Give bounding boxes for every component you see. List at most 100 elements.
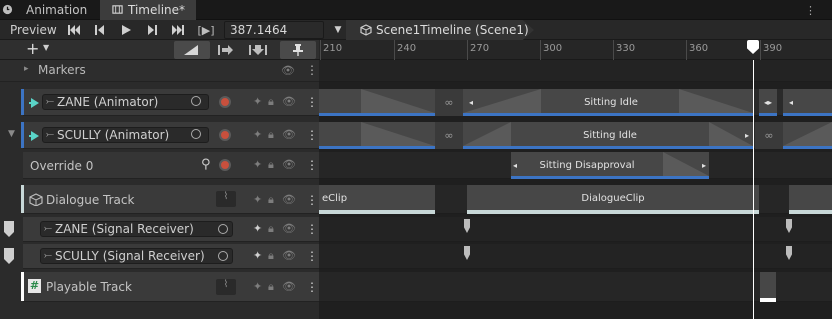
pin-icon[interactable]: ✦: [253, 194, 262, 206]
animation-clip[interactable]: [319, 122, 435, 149]
animation-clip[interactable]: ◂ Sitting Idle: [463, 89, 753, 116]
track-menu-icon[interactable]: ⋮: [306, 194, 318, 206]
lock-icon[interactable]: 🔒︎: [268, 250, 274, 262]
track-row-override[interactable]: Override 0 ⚲ ✦ 🔒︎ 👁 ⋮: [23, 152, 319, 179]
pin-icon[interactable]: ✦: [253, 223, 262, 235]
object-picker-icon[interactable]: [191, 129, 201, 139]
tab-animation[interactable]: Animation: [0, 0, 100, 20]
curves-icon[interactable]: ⌇: [216, 279, 236, 295]
tab-menu-icon[interactable]: ⋮: [805, 4, 816, 17]
markers-menu-icon[interactable]: ⋮: [306, 64, 318, 76]
pin-icon[interactable]: ✦: [253, 159, 262, 171]
lane-zane-animator[interactable]: ∞ ◂ Sitting Idle ◂▸ ◂: [319, 89, 832, 116]
lane-playable[interactable]: [319, 272, 832, 302]
eye-icon[interactable]: 👁: [282, 129, 296, 141]
markers-lane[interactable]: [319, 60, 832, 82]
clip-trim-right-icon[interactable]: ▸: [702, 152, 706, 179]
breadcrumb[interactable]: Scene1Timeline (Scene1): [346, 20, 534, 40]
timeline-lanes[interactable]: ∞ ◂ Sitting Idle ◂▸ ◂ ∞ Sitting Idle ▸ ∞: [319, 60, 832, 319]
track-menu-icon[interactable]: ⋮: [306, 223, 318, 235]
signal-marker-icon[interactable]: [464, 219, 470, 233]
eye-icon[interactable]: 👁: [281, 65, 295, 77]
object-picker-icon[interactable]: [218, 224, 228, 234]
lock-icon[interactable]: 🔒︎: [268, 223, 274, 235]
eye-icon[interactable]: 👁: [282, 281, 296, 293]
clip-edit-mode-mix-button[interactable]: [174, 41, 210, 59]
pin-icon[interactable]: ✦: [253, 129, 262, 141]
play-icon[interactable]: [114, 21, 138, 39]
object-field-zane-signal[interactable]: ⤚ ZANE (Signal Receiver): [40, 221, 233, 237]
pin-icon[interactable]: ✦: [253, 281, 262, 293]
next-frame-icon[interactable]: [140, 21, 164, 39]
track-row-playable[interactable]: # Playable Track ⌇ ✦ 🔒︎ 👁 ⋮: [21, 272, 319, 302]
clip-edit-mode-ripple-button[interactable]: [210, 41, 242, 59]
add-track-button[interactable]: +: [26, 40, 39, 60]
object-field-scully[interactable]: ⤚ SCULLY (Animator): [42, 127, 209, 143]
dialogue-clip[interactable]: DialogueClip: [467, 185, 759, 214]
current-time-field[interactable]: 387.1464: [224, 21, 324, 39]
lock-icon[interactable]: 🔒︎: [268, 281, 274, 293]
track-row-zane-animator[interactable]: ⤚ ZANE (Animator) ✦ 🔒︎ 👁 ⋮: [21, 89, 319, 116]
lane-scully-signal[interactable]: [319, 244, 832, 269]
record-icon[interactable]: [219, 96, 231, 108]
add-track-dropdown-icon[interactable]: ▼: [43, 43, 49, 52]
signal-marker-icon[interactable]: [786, 219, 792, 233]
animation-clip-small[interactable]: ◂▸: [759, 89, 777, 116]
object-field-zane[interactable]: ⤚ ZANE (Animator): [42, 94, 209, 110]
track-menu-icon[interactable]: ⋮: [306, 96, 318, 108]
jump-to-end-icon[interactable]: [166, 21, 190, 39]
lock-icon[interactable]: 🔒︎: [268, 194, 274, 206]
tab-timeline[interactable]: Timeline*: [100, 0, 196, 20]
curves-icon[interactable]: ⌇: [216, 191, 236, 207]
object-field-scully-signal[interactable]: ⤚ SCULLY (Signal Receiver): [40, 248, 233, 264]
gap-infinity-icon[interactable]: ∞: [435, 89, 463, 116]
jump-to-start-icon[interactable]: [62, 21, 86, 39]
track-menu-icon[interactable]: ⋮: [306, 159, 318, 171]
track-menu-icon[interactable]: ⋮: [306, 129, 318, 141]
signal-marker-icon[interactable]: [786, 246, 792, 260]
pin-icon[interactable]: ✦: [253, 250, 262, 262]
track-row-scully-signal[interactable]: ⤚ SCULLY (Signal Receiver) ✦ 🔒︎ 👁 ⋮: [4, 244, 319, 269]
object-picker-icon[interactable]: [191, 96, 201, 106]
playhead-line[interactable]: [753, 60, 754, 319]
eye-icon[interactable]: 👁: [282, 223, 296, 235]
animation-clip[interactable]: Sitting Idle ▸: [463, 122, 753, 149]
eye-icon[interactable]: 👁: [282, 159, 296, 171]
lane-override[interactable]: ◂ Sitting Disapproval ▸: [319, 152, 832, 179]
track-menu-icon[interactable]: ⋮: [306, 250, 318, 262]
lane-zane-signal[interactable]: [319, 217, 832, 242]
timeline-selector-dropdown-icon[interactable]: ▼: [330, 21, 346, 39]
play-range-button[interactable]: [▶]: [194, 21, 218, 39]
clip-edit-mode-replace-button[interactable]: [242, 41, 274, 59]
lane-dialogue[interactable]: eClip DialogueClip: [319, 185, 832, 214]
eye-icon[interactable]: 👁: [282, 194, 296, 206]
dialogue-clip[interactable]: [789, 185, 832, 214]
gap-infinity-icon[interactable]: ∞: [435, 122, 463, 149]
dialogue-clip[interactable]: eClip: [319, 185, 435, 214]
animation-clip[interactable]: ◂: [783, 89, 832, 116]
collapse-arrow-icon[interactable]: ▼: [8, 129, 15, 139]
object-picker-icon[interactable]: [218, 251, 228, 261]
record-icon[interactable]: [219, 129, 231, 141]
track-row-zane-signal[interactable]: ⤚ ZANE (Signal Receiver) ✦ 🔒︎ 👁 ⋮: [4, 217, 319, 242]
override-clip[interactable]: ◂ Sitting Disapproval ▸: [511, 152, 709, 179]
previous-frame-icon[interactable]: [88, 21, 112, 39]
lock-icon[interactable]: 🔒︎: [268, 96, 274, 108]
record-icon[interactable]: [219, 159, 231, 171]
preview-button[interactable]: Preview: [2, 21, 60, 39]
animation-clip[interactable]: [319, 89, 435, 116]
playable-clip[interactable]: [760, 272, 776, 302]
markers-expand-icon[interactable]: ▸: [24, 64, 29, 74]
avatar-mask-icon[interactable]: ⚲: [201, 157, 211, 172]
track-row-scully-animator[interactable]: ⤚ SCULLY (Animator) ✦ 🔒︎ 👁 ⋮: [21, 122, 319, 149]
lock-icon[interactable]: 🔒︎: [268, 129, 274, 141]
animation-clip[interactable]: [783, 122, 832, 149]
lock-icon[interactable]: 🔒︎: [268, 159, 274, 171]
eye-icon[interactable]: 👁: [282, 250, 296, 262]
snap-pin-button[interactable]: [280, 41, 316, 59]
track-row-dialogue[interactable]: Dialogue Track ⌇ ✦ 🔒︎ 👁 ⋮: [21, 185, 319, 214]
gap-infinity-icon[interactable]: ∞: [755, 122, 783, 149]
signal-marker-icon[interactable]: [464, 246, 470, 260]
clip-trim-right-icon[interactable]: ▸: [745, 122, 749, 149]
eye-icon[interactable]: 👁: [282, 96, 296, 108]
